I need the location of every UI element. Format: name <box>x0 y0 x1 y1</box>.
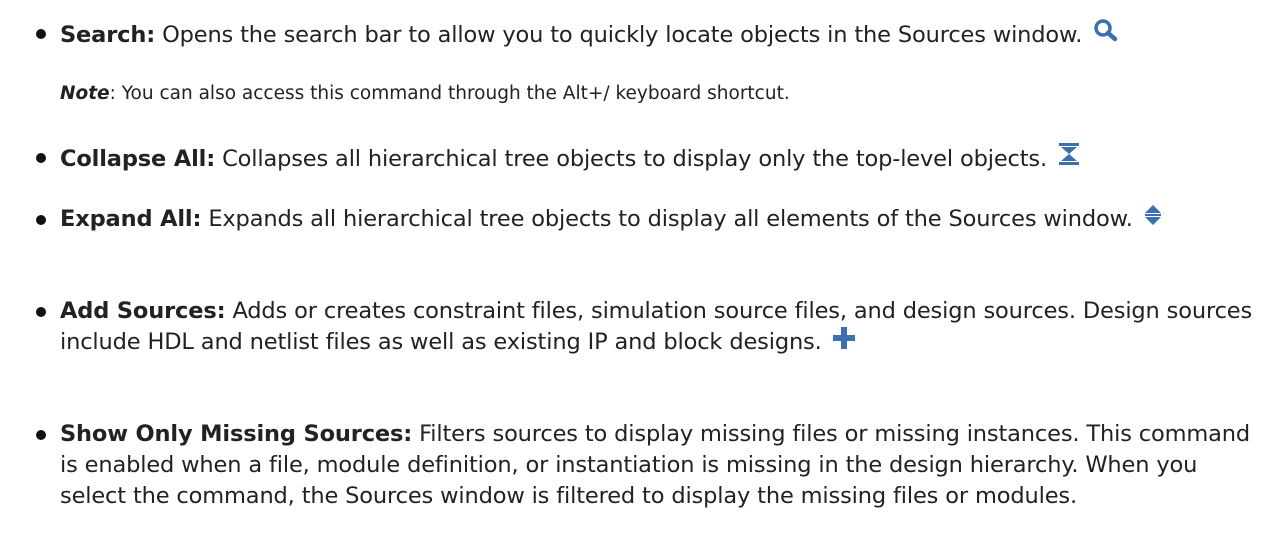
item-term: Add Sources: <box>60 298 226 324</box>
item-description: Opens the search bar to allow you to qui… <box>155 22 1083 48</box>
item-term: Search: <box>60 22 156 48</box>
list-item-collapse-all: Collapse All: Collapses all hierarchical… <box>36 142 1255 175</box>
bullet <box>36 430 46 440</box>
note: Note: You can also access this command t… <box>60 81 790 107</box>
item-description: Collapses all hierarchical tree objects … <box>215 146 1047 172</box>
note-text: : You can also access this command throu… <box>109 83 790 104</box>
search-icon <box>1093 18 1119 42</box>
bullet <box>36 215 46 225</box>
bullet <box>36 29 46 39</box>
bullet <box>36 153 46 163</box>
item-term: Show Only Missing Sources: <box>60 421 413 447</box>
document-page: Search: Opens the search bar to allow yo… <box>0 0 1264 552</box>
item-term: Expand All: <box>60 206 202 232</box>
note-label: Note <box>60 83 110 104</box>
plus-icon <box>832 327 855 349</box>
bullet <box>36 307 46 317</box>
list-item-show-only-missing-sources: Show Only Missing Sources: Filters sourc… <box>36 419 1255 512</box>
collapse-all-icon <box>1058 142 1080 166</box>
item-description: Expands all hierarchical tree objects to… <box>201 206 1133 232</box>
item-description: Adds or creates constraint files, simula… <box>60 298 1253 355</box>
list-item-expand-all: Expand All: Expands all hierarchical tre… <box>36 204 1255 235</box>
item-term: Collapse All: <box>60 146 216 172</box>
list-item-search: Search: Opens the search bar to allow yo… <box>36 18 1255 51</box>
expand-all-icon <box>1144 204 1162 226</box>
list-item-add-sources: Add Sources: Adds or creates constraint … <box>36 296 1255 358</box>
